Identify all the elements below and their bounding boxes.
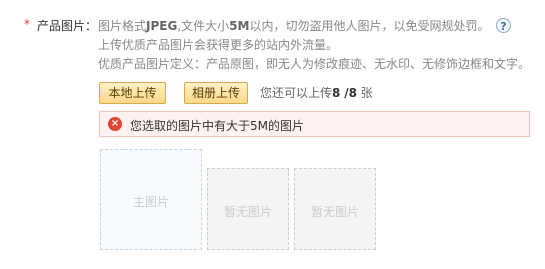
- help-icon[interactable]: ?: [496, 18, 511, 33]
- main-image-slot[interactable]: 主图片: [100, 149, 202, 250]
- error-message-box: × 您选取的图片中有大于5M的图片: [99, 111, 530, 137]
- field-label-product-images: 产品图片：: [37, 19, 98, 33]
- thumbnail-label: 暂无图片: [310, 205, 359, 219]
- upload-count-current: 8: [332, 86, 341, 100]
- hint-format-value: JPEG: [146, 19, 178, 33]
- error-icon: ×: [108, 117, 122, 131]
- hint-size-value: 5M: [229, 19, 250, 33]
- hint-line-definition: 优质产品图片定义：产品原图，即无人为修改痕迹、无水印、无修饰边框和文字。: [98, 57, 531, 71]
- thumbnail-label: 暂无图片: [223, 205, 272, 219]
- image-slot-2[interactable]: 暂无图片: [207, 168, 289, 250]
- hint-line-format: 图片格式JPEG,文件大小5M以内，切勿盗用他人图片，以免受网规处罚。: [98, 19, 490, 33]
- local-upload-button[interactable]: 本地上传: [99, 82, 166, 104]
- thumbnail-label: 主图片: [132, 195, 169, 209]
- image-slot-3[interactable]: 暂无图片: [294, 168, 376, 250]
- hint-line-traffic: 上传优质产品图片会获得更多的站内外流量。: [98, 38, 339, 52]
- album-upload-button[interactable]: 相册上传: [184, 82, 248, 104]
- upload-count-text: 您还可以上传8 /8 张: [260, 86, 373, 100]
- required-mark: *: [24, 17, 30, 31]
- upload-count-total: /8: [344, 86, 357, 100]
- error-message-text: 您选取的图片中有大于5M的图片: [130, 119, 304, 133]
